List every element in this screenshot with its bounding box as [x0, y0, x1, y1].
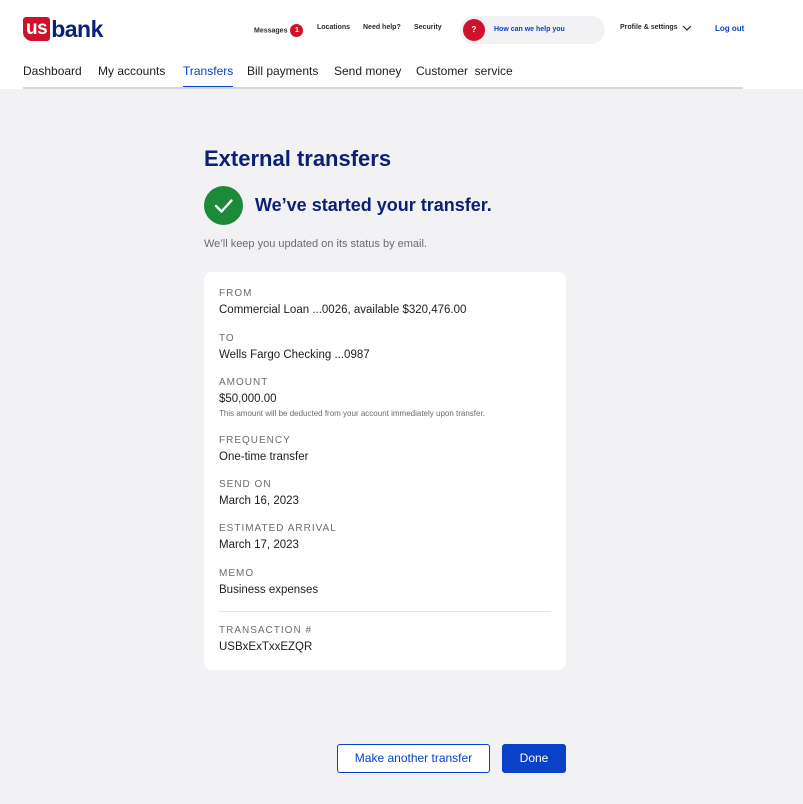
- messages-count-badge: 1: [290, 24, 304, 37]
- nav-divider: [23, 87, 743, 89]
- transfer-details-card: FROM Commercial Loan ...0026, available …: [204, 272, 566, 670]
- memo-label: MEMO: [219, 568, 255, 579]
- security-link[interactable]: Security: [414, 24, 442, 31]
- need-help-link[interactable]: Need help?: [363, 24, 401, 31]
- transaction-label: TRANSACTION #: [219, 625, 313, 636]
- messages-label: Messages: [254, 27, 288, 35]
- done-button[interactable]: Done: [502, 744, 566, 773]
- status-title: We’ve started your transfer.: [255, 195, 492, 215]
- main-nav: Dashboard My accounts Transfers Bill pay…: [0, 55, 803, 89]
- arrival-label: ESTIMATED ARRIVAL: [219, 523, 337, 534]
- status-note: We’ll keep you updated on its status by …: [204, 238, 427, 250]
- send-on-value: March 16, 2023: [219, 495, 299, 507]
- send-on-label: SEND ON: [219, 479, 272, 490]
- transaction-value: USBxExTxxEZQR: [219, 641, 313, 653]
- top-bar: us bank Messages 1 Locations Need help? S…: [0, 0, 803, 55]
- from-value: Commercial Loan ...0026, available $320,…: [219, 304, 467, 316]
- nav-dashboard[interactable]: Dashboard: [23, 64, 82, 78]
- frequency-value: One-time transfer: [219, 451, 309, 463]
- from-label: FROM: [219, 288, 253, 299]
- memo-value: Business expenses: [219, 584, 319, 596]
- help-search-placeholder: How can we help you: [494, 26, 565, 33]
- profile-settings-menu[interactable]: Profile & settings: [620, 24, 692, 31]
- arrival-value: March 17, 2023: [219, 539, 299, 551]
- question-icon: ?: [463, 19, 485, 41]
- to-label: TO: [219, 333, 235, 344]
- messages-link[interactable]: Messages 1: [254, 24, 304, 37]
- check-icon: [204, 186, 243, 225]
- profile-settings-label: Profile & settings: [620, 24, 678, 31]
- to-value: Wells Fargo Checking ...0987: [219, 349, 370, 361]
- make-another-transfer-button[interactable]: Make another transfer: [337, 744, 490, 773]
- nav-my-accounts[interactable]: My accounts: [98, 64, 165, 78]
- usbank-logo[interactable]: us bank: [23, 17, 103, 41]
- nav-bill-payments[interactable]: Bill payments: [247, 64, 318, 78]
- card-divider: [219, 611, 551, 612]
- nav-transfers[interactable]: Transfers: [183, 64, 234, 89]
- chevron-down-icon: [682, 25, 692, 31]
- amount-label: AMOUNT: [219, 377, 269, 388]
- logo-word: bank: [51, 16, 103, 42]
- nav-customer-service[interactable]: Customer service: [416, 64, 513, 78]
- frequency-label: FREQUENCY: [219, 435, 291, 446]
- nav-send-money[interactable]: Send money: [334, 64, 401, 78]
- logout-link[interactable]: Log out: [715, 24, 744, 33]
- logo-mark: us: [23, 17, 51, 41]
- amount-note: This amount will be deducted from your a…: [219, 409, 485, 418]
- locations-link[interactable]: Locations: [317, 24, 350, 31]
- page-title: External transfers: [204, 146, 392, 171]
- help-search-field[interactable]: ? How can we help you: [460, 16, 605, 44]
- amount-value: $50,000.00: [219, 393, 277, 405]
